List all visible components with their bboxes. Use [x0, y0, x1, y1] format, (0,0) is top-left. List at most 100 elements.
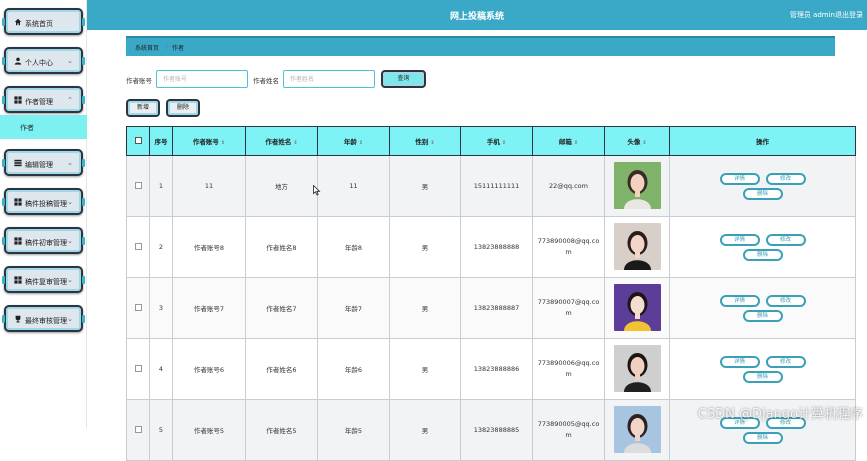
sidebar-item-second-review[interactable]: 稿件复审管理 ⌄: [4, 266, 83, 293]
chevron-down-icon: ⌄: [67, 159, 73, 167]
cell-email: 22@qq.com: [533, 156, 605, 217]
detail-button[interactable]: 详情: [720, 173, 760, 185]
delete-button[interactable]: 删除: [743, 371, 783, 383]
avatar[interactable]: [614, 162, 661, 209]
cell-no: 1: [150, 156, 173, 217]
grid-icon: [14, 96, 22, 104]
cell-gender: 男: [390, 156, 461, 217]
edit-button[interactable]: 修改: [766, 356, 806, 368]
logout-link[interactable]: 退出登录: [835, 10, 863, 20]
cell-age: 年龄8: [318, 217, 390, 278]
sort-icon: ⇕: [221, 140, 225, 146]
cell-phone: 13823888886: [461, 339, 533, 400]
cell-gender: 男: [390, 217, 461, 278]
cell-account: 作者账号5: [173, 400, 246, 461]
sidebar-item-label: 作者管理: [25, 97, 53, 107]
select-all-checkbox[interactable]: [127, 127, 150, 156]
cell-ops: 详情 修改 删除: [670, 217, 856, 278]
sidebar-item-label: 系统首页: [25, 19, 53, 29]
row-checkbox[interactable]: [127, 339, 150, 400]
batch-delete-button[interactable]: 删除: [166, 99, 200, 117]
row-checkbox[interactable]: [127, 278, 150, 339]
avatar[interactable]: [614, 284, 661, 331]
app-title: 网上投稿系统: [87, 9, 867, 22]
cell-no: 3: [150, 278, 173, 339]
cell-name: 地方: [246, 156, 318, 217]
cell-gender: 男: [390, 339, 461, 400]
sidebar-item-first-review[interactable]: 稿件初审管理 ⌄: [4, 227, 83, 254]
col-header-gender[interactable]: 性别⇕: [390, 127, 461, 156]
cell-email: 773890005@qq.com: [533, 400, 605, 461]
col-header-email[interactable]: 邮箱⇕: [533, 127, 605, 156]
table-row: 3 作者账号7 作者姓名7 年龄7 男 13823888887 77389000…: [127, 278, 856, 339]
col-header-name[interactable]: 作者姓名⇕: [246, 127, 318, 156]
query-button[interactable]: 查询: [381, 70, 426, 88]
breadcrumb-current: 作者: [172, 43, 184, 52]
sort-icon: ⇕: [293, 140, 297, 146]
edit-button[interactable]: 修改: [766, 234, 806, 246]
breadcrumb: 系统首页 ⋮ 作者: [126, 36, 835, 56]
delete-button[interactable]: 删除: [743, 432, 783, 444]
grid-icon: [14, 237, 22, 245]
add-button[interactable]: 新增: [126, 99, 160, 117]
cell-ops: 详情 修改 删除: [670, 278, 856, 339]
row-checkbox[interactable]: [127, 217, 150, 278]
sidebar-item-editor[interactable]: 编辑管理 ⌄: [4, 149, 83, 176]
chevron-down-icon: ⌄: [67, 237, 73, 245]
col-header-account[interactable]: 作者账号⇕: [173, 127, 246, 156]
chevron-down-icon: ⌄: [67, 315, 73, 323]
row-checkbox[interactable]: [127, 156, 150, 217]
avatar[interactable]: [614, 406, 661, 453]
delete-button[interactable]: 删除: [743, 310, 783, 322]
row-checkbox[interactable]: [127, 400, 150, 461]
cell-avatar: [605, 278, 670, 339]
col-header-avatar[interactable]: 头像⇕: [605, 127, 670, 156]
trophy-icon: [14, 315, 22, 323]
avatar[interactable]: [614, 345, 661, 392]
cell-account: 作者账号8: [173, 217, 246, 278]
col-header-phone[interactable]: 手机⇕: [461, 127, 533, 156]
breadcrumb-separator: ⋮: [164, 43, 170, 50]
list-icon: [14, 159, 22, 167]
cell-ops: 详情 修改 删除: [670, 156, 856, 217]
delete-button[interactable]: 删除: [743, 188, 783, 200]
sidebar-item-profile[interactable]: 个人中心 ⌄: [4, 47, 83, 74]
sidebar-item-home[interactable]: 系统首页: [4, 8, 83, 35]
home-icon: [14, 18, 22, 26]
mouse-cursor-icon: [313, 185, 321, 196]
account-label: 作者账号: [126, 75, 152, 85]
detail-button[interactable]: 详情: [720, 295, 760, 307]
user-icon: [14, 57, 22, 65]
sidebar-item-submission[interactable]: 稿件投稿管理 ⌄: [4, 188, 83, 215]
cell-name: 作者姓名7: [246, 278, 318, 339]
sidebar-item-final-review[interactable]: 最终审核管理 ⌄: [4, 305, 83, 332]
account-search-input[interactable]: [156, 70, 248, 88]
detail-button[interactable]: 详情: [720, 356, 760, 368]
cell-name: 作者姓名8: [246, 217, 318, 278]
detail-button[interactable]: 详情: [720, 234, 760, 246]
sidebar-item-label: 编辑管理: [25, 160, 53, 170]
cell-account: 作者账号7: [173, 278, 246, 339]
sort-icon: ⇕: [502, 140, 506, 146]
cell-name: 作者姓名6: [246, 339, 318, 400]
cell-avatar: [605, 217, 670, 278]
sidebar-item-author[interactable]: 作者管理 ⌃: [4, 86, 83, 113]
col-header-age[interactable]: 年龄⇕: [318, 127, 390, 156]
watermark: CSDN @Django计算机程序: [698, 403, 863, 422]
name-search-input[interactable]: [283, 70, 375, 88]
breadcrumb-home[interactable]: 系统首页: [135, 43, 159, 52]
edit-button[interactable]: 修改: [766, 173, 806, 185]
table-row: 1 11 地方 11 男 15111111111 22@qq.com 详情 修改…: [127, 156, 856, 217]
sidebar-subitem-author[interactable]: 作者: [0, 115, 87, 139]
avatar[interactable]: [614, 223, 661, 270]
sort-icon: ⇕: [359, 140, 363, 146]
cell-age: 年龄6: [318, 339, 390, 400]
grid-icon: [14, 276, 22, 284]
delete-button[interactable]: 删除: [743, 249, 783, 261]
cell-phone: 13823888888: [461, 217, 533, 278]
cell-avatar: [605, 156, 670, 217]
cell-age: 11: [318, 156, 390, 217]
chevron-down-icon: ⌄: [67, 198, 73, 206]
name-label: 作者姓名: [253, 75, 279, 85]
edit-button[interactable]: 修改: [766, 295, 806, 307]
